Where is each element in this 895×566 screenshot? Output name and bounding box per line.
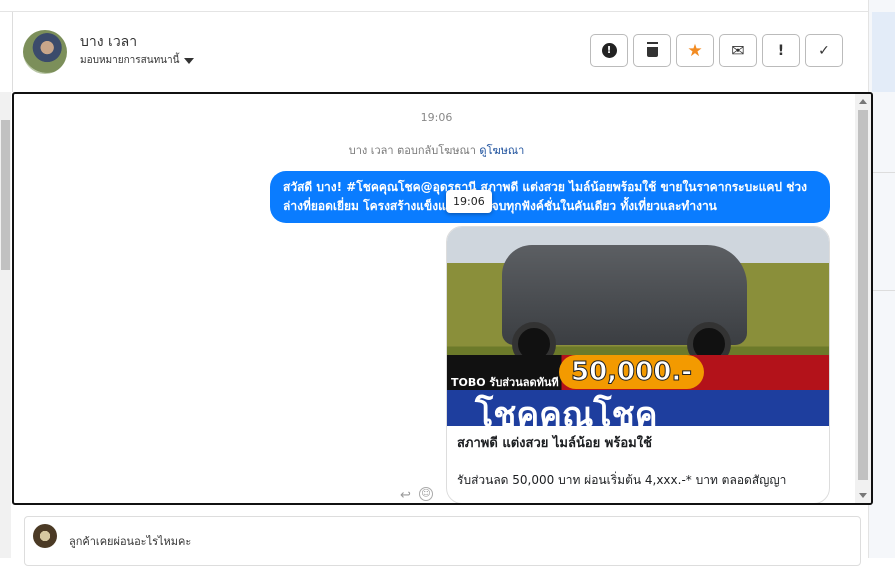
- top-divider: [0, 11, 895, 12]
- trash-icon: [646, 44, 658, 57]
- right-panel-highlight: [872, 12, 895, 92]
- assign-label: มอบหมายการสนทนานี้: [80, 55, 180, 66]
- message-bubble: สวัสดี บาง! #โชคคุณโชค@อุดรธานี สภาพดี แ…: [270, 171, 830, 223]
- contact-avatar[interactable]: [23, 30, 67, 74]
- banner-headline: โชคคุณโชค: [475, 395, 658, 435]
- view-ad-link[interactable]: ดูโฆษณา: [479, 144, 524, 157]
- page-scrollbar[interactable]: [0, 92, 11, 558]
- system-message: บาง เวลา ตอบกลับโฆษณา ดูโฆษณา: [14, 141, 859, 159]
- check-icon: ✓: [818, 42, 830, 59]
- compose-box[interactable]: ลูกค้าเคยผ่อนอะไรไหมคะ: [24, 516, 861, 566]
- scrollbar-thumb[interactable]: [858, 110, 868, 480]
- mail-button[interactable]: ✉: [719, 34, 757, 67]
- important-button[interactable]: !: [762, 34, 800, 67]
- scroll-up-arrow[interactable]: [859, 99, 867, 104]
- system-text: บาง เวลา ตอบกลับโฆษณา: [348, 144, 476, 157]
- ad-card[interactable]: TOBO รับส่วนลดทันที 50,000.- โชคคุณโชค ส…: [446, 226, 830, 503]
- banner-label: TOBO รับส่วนลดทันที: [451, 376, 559, 389]
- emoji-react-icon[interactable]: ☺: [419, 487, 433, 501]
- done-button[interactable]: ✓: [805, 34, 843, 67]
- timestamp: 19:06: [420, 111, 453, 124]
- ad-image: TOBO รับส่วนลดทันที 50,000.- โชคคุณโชค: [447, 227, 829, 435]
- scroll-down-arrow[interactable]: [859, 493, 867, 498]
- delete-button[interactable]: [633, 34, 671, 67]
- chat-panel: 19:06 บาง เวลา ตอบกลับโฆษณา ดูโฆษณา สวัส…: [12, 92, 873, 505]
- ad-description: รับส่วนลด 50,000 บาท ผ่อนเริ่มต้น 4,xxx.…: [457, 473, 787, 487]
- star-button[interactable]: ★: [676, 34, 714, 67]
- assign-conversation-dropdown[interactable]: มอบหมายการสนทนานี้: [80, 53, 195, 68]
- mail-icon: ✉: [731, 41, 745, 60]
- contact-name: บาง เวลา: [80, 34, 138, 50]
- banner-price: 50,000.-: [559, 355, 704, 389]
- toolbar: ! ★ ✉ ! ✓: [590, 34, 843, 67]
- scrollbar-thumb[interactable]: [1, 120, 10, 270]
- star-icon: ★: [687, 40, 703, 61]
- chat-scrollbar[interactable]: [855, 94, 871, 503]
- timestamp-tooltip: 19:06: [446, 190, 492, 213]
- reply-icon[interactable]: ↩: [400, 488, 411, 503]
- important-icon: !: [777, 42, 785, 59]
- compose-input[interactable]: ลูกค้าเคยผ่อนอะไรไหมคะ: [69, 532, 191, 550]
- page-avatar: [33, 524, 57, 548]
- caret-down-icon: [184, 57, 195, 64]
- spam-button[interactable]: !: [590, 34, 628, 67]
- spam-icon: !: [601, 43, 617, 58]
- ad-title: สภาพดี แต่งสวย ไมล์น้อย พร้อมใช้: [457, 436, 652, 451]
- left-divider: [12, 12, 13, 92]
